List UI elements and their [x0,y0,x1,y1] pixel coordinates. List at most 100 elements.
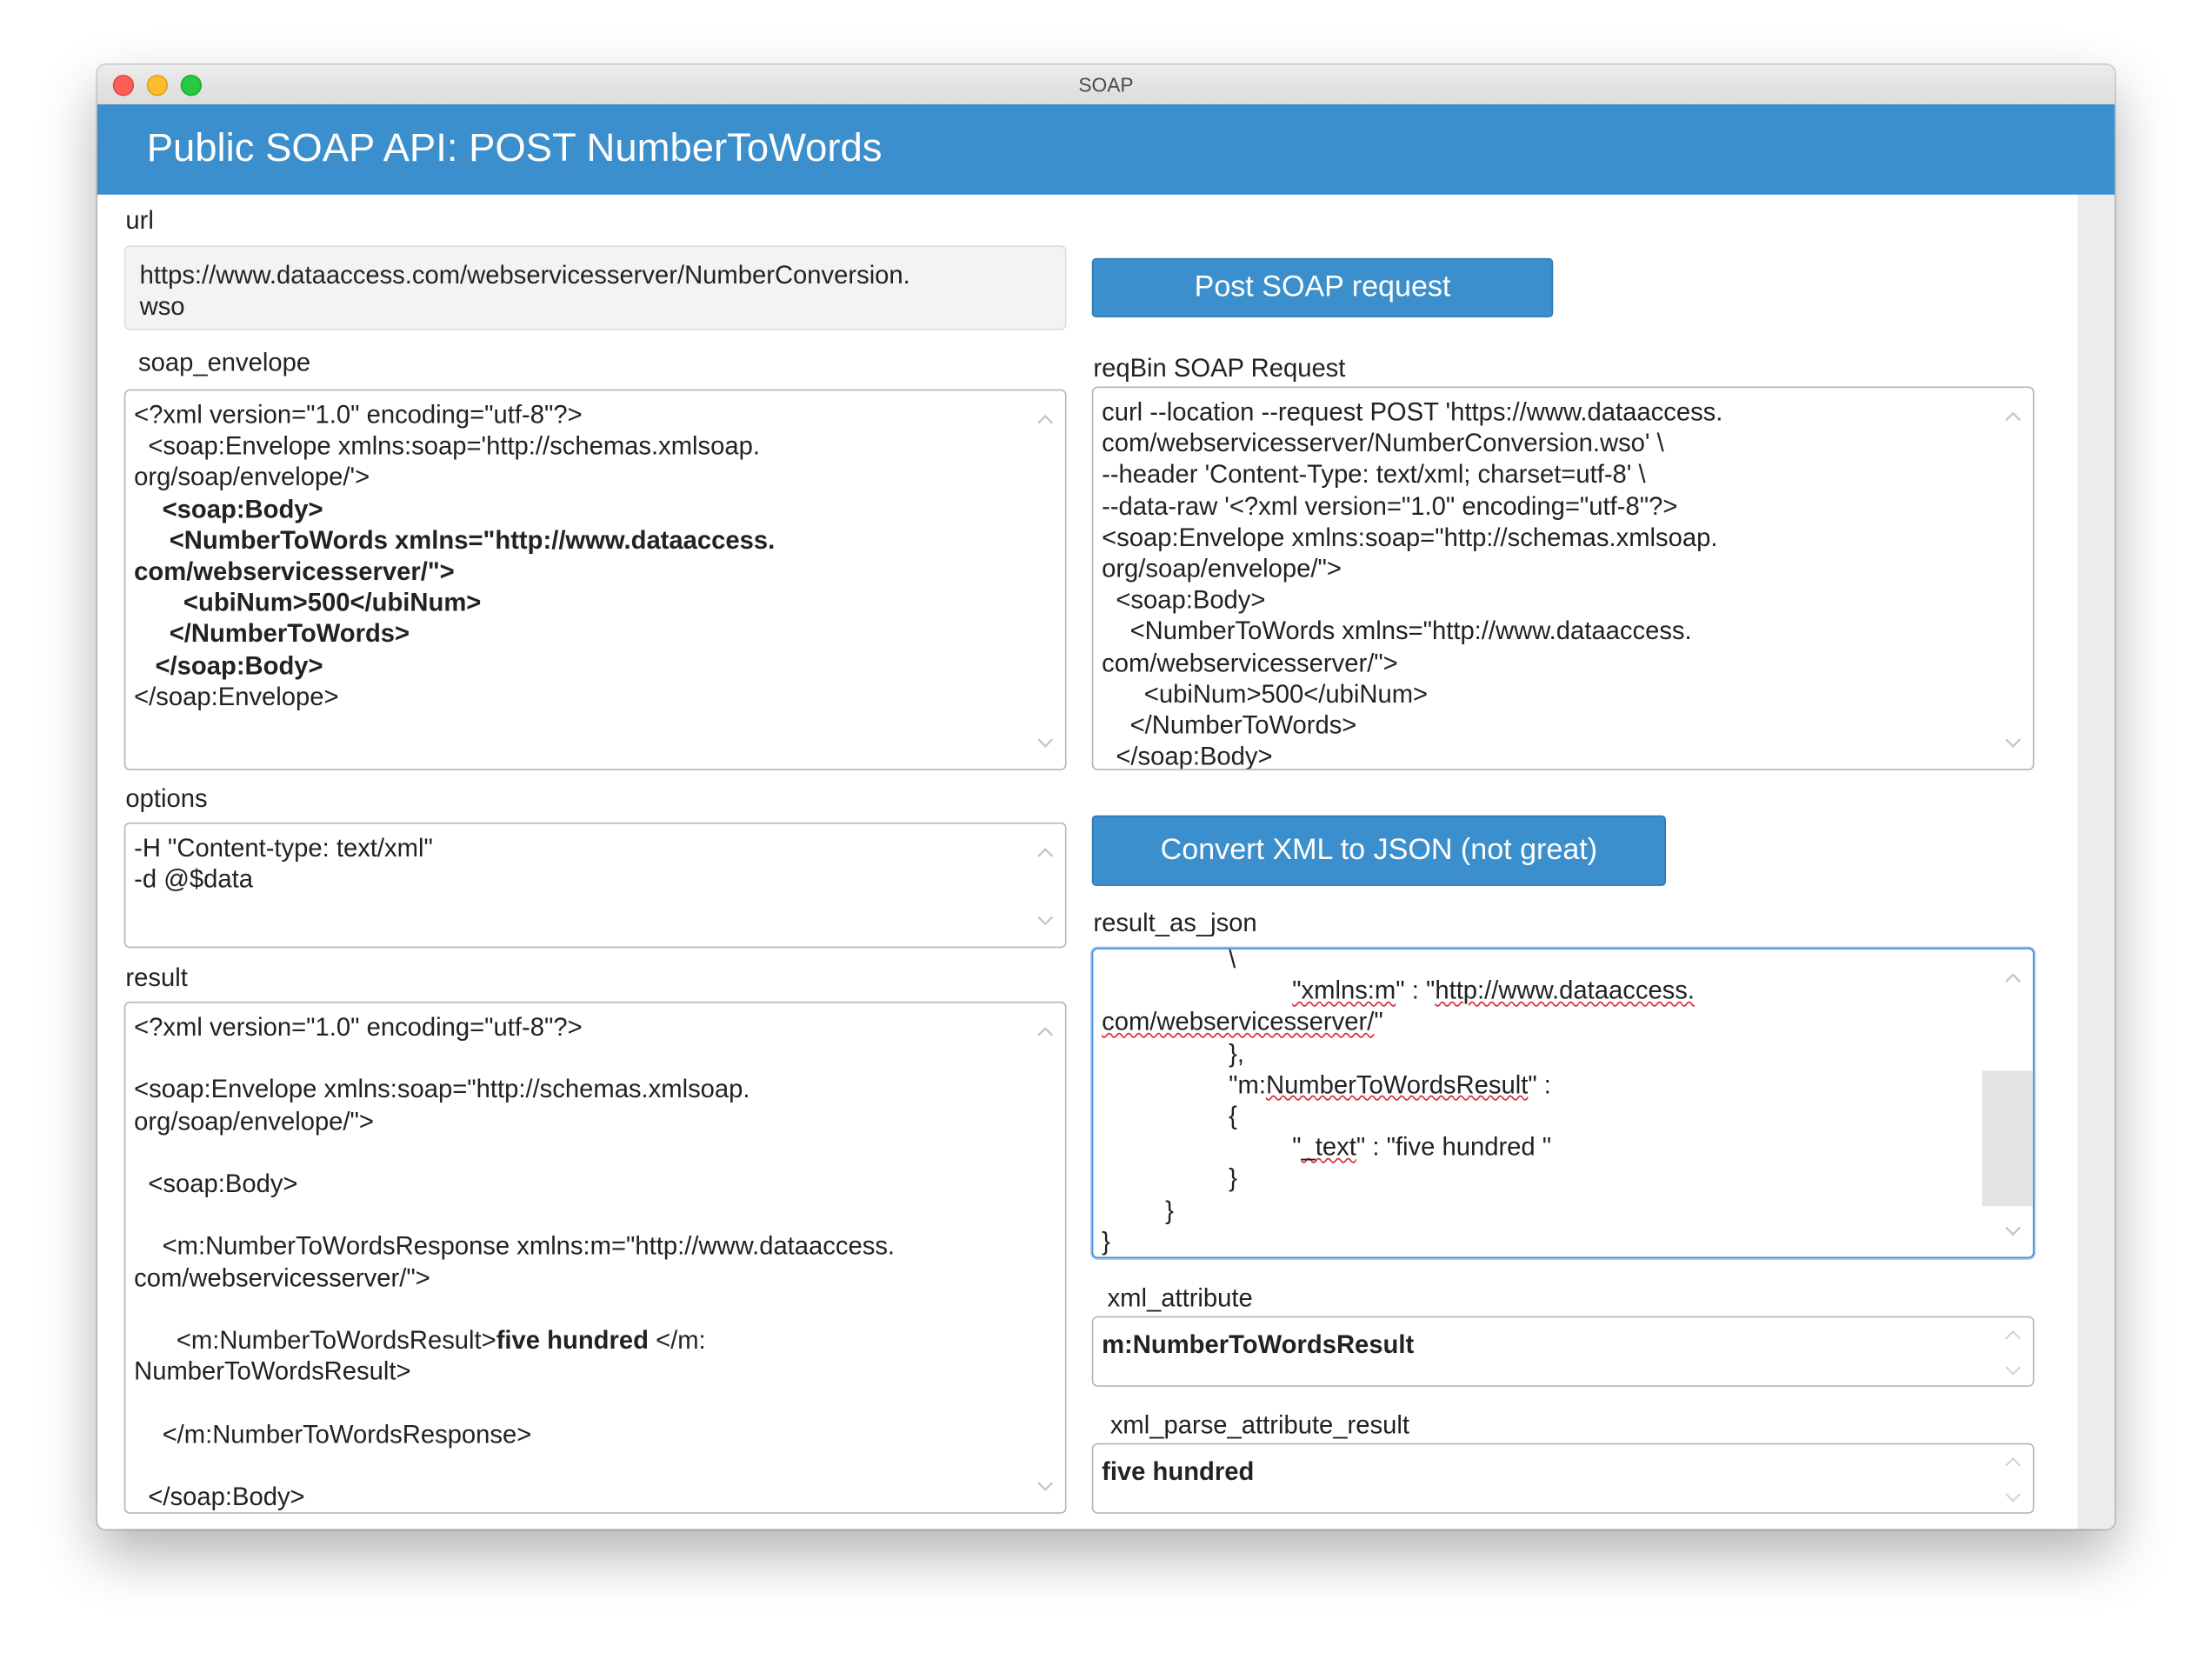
soap-envelope-line: <soap:Envelope xmlns:soap='http://schema… [134,431,760,461]
result-as-json-line: "xmlns:m" : "http://www.dataaccess. [1292,976,1696,1005]
soap-envelope-label: soap_envelope [137,348,311,377]
reqbin-line: <soap:Body> [1102,585,1266,615]
scroll-down-icon[interactable] [2004,1492,2021,1503]
convert-xml-to-json-button[interactable]: Convert XML to JSON (not great) [1091,815,1667,886]
options-content: -H "Content-type: text/xml" -d @$data [134,832,1023,895]
url-label: url [125,205,154,235]
result-as-json-line: } [1165,1196,1174,1224]
xml-parse-attribute-result-field[interactable]: five hundred [1091,1442,2035,1514]
post-soap-request-label: Post SOAP request [1194,270,1451,303]
result-as-json-textarea[interactable]: \ "xmlns:m" : "http://www.dataaccess. com… [1091,948,2035,1259]
scroll-up-icon[interactable] [1036,1025,1054,1036]
xml-attribute-value: m:NumberToWordsResult [1102,1329,1415,1359]
result-as-json-line: \ [1229,948,1236,974]
reqbin-line: com/webservicesserver/"> [1102,648,1398,677]
result-as-json-content: \ "xmlns:m" : "http://www.dataaccess. com… [1102,948,1990,1257]
result-as-json-line: "m:NumberToWordsResult" : [1229,1070,1551,1099]
result-as-json-line: } [1102,1227,1110,1256]
reqbin-line: com/webservicesserver/NumberConversion.w… [1102,429,1664,457]
reqbin-line: <ubiNum>500</ubiNum> [1102,679,1429,709]
reqbin-content: curl --location --request POST 'https://… [1102,396,1990,770]
result-line: <m:NumberToWordsResponse xmlns:m="http:/… [134,1231,896,1261]
soap-envelope-textarea[interactable]: <?xml version="1.0" encoding="utf-8"?> <… [123,389,1067,770]
options-line: -d @$data [134,864,253,894]
options-line: -H "Content-type: text/xml" [134,833,433,863]
result-content: <?xml version="1.0" encoding="utf-8"?> <s… [134,1011,1023,1512]
url-field[interactable]: https://www.dataaccess.com/webservicesse… [123,245,1067,330]
result-line [134,1387,1023,1418]
result-line: <soap:Envelope xmlns:soap="http://schema… [134,1075,750,1104]
reqbin-line: <NumberToWords xmlns="http://www.dataacc… [1102,616,1692,646]
scroll-down-icon[interactable] [1036,916,1054,927]
result-as-json-line: } [1229,1164,1237,1193]
scroll-down-icon[interactable] [2004,1226,2022,1237]
result-line [134,1043,1023,1074]
url-value-line-1: https://www.dataaccess.com/webservicesse… [139,261,910,290]
window-scrollbar[interactable] [2077,194,2115,1529]
result-label: result [125,963,188,992]
result-line: NumberToWordsResult> [134,1357,411,1386]
result-line: <soap:Body> [134,1169,298,1198]
scroll-up-icon[interactable] [2004,972,2022,983]
soap-envelope-line: </NumberToWords> [134,619,410,649]
scroll-up-icon[interactable] [1036,846,1054,857]
result-line [134,1293,1023,1324]
scroll-down-icon[interactable] [1036,738,1054,750]
result-line: <?xml version="1.0" encoding="utf-8"?> [134,1012,583,1042]
result-line [134,1449,1023,1481]
scroll-down-icon[interactable] [1036,1482,1054,1493]
soap-envelope-line: <soap:Body> [134,494,323,523]
xml-parse-attribute-result-label: xml_parse_attribute_result [1109,1410,1409,1439]
scroll-up-icon[interactable] [1036,413,1054,424]
scroll-up-icon[interactable] [2004,1329,2021,1340]
reqbin-line: org/soap/envelope/"> [1102,554,1342,583]
result-as-json-line: com/webservicesserver/" [1102,1008,1383,1036]
post-soap-request-button[interactable]: Post SOAP request [1091,257,1554,318]
scroll-up-icon[interactable] [2004,410,2022,422]
xml-parse-attribute-result-value: five hundred [1102,1456,1255,1486]
result-as-json-line: { [1229,1102,1237,1130]
result-as-json-line: }, [1229,1039,1245,1068]
reqbin-line: --header 'Content-Type: text/xml; charse… [1102,460,1646,490]
reqbin-line: curl --location --request POST 'https://… [1102,397,1723,426]
app-header: Public SOAP API: POST NumberToWords [97,104,2115,195]
reqbin-label: reqBin SOAP Request [1093,354,1346,383]
options-label: options [125,784,208,813]
xml-attribute-field[interactable]: m:NumberToWordsResult [1091,1316,2035,1387]
title-bar: SOAP [97,64,2115,106]
soap-envelope-line: </soap:Envelope> [134,682,339,711]
reqbin-line: </soap:Body> [1102,742,1273,770]
result-as-json-line: "_text" : "five hundred " [1292,1133,1552,1162]
soap-envelope-content: <?xml version="1.0" encoding="utf-8"?> <… [134,399,1023,712]
scroll-down-icon[interactable] [2004,738,2022,750]
result-line: </m:NumberToWordsResponse> [134,1420,532,1449]
result-line [134,1136,1023,1168]
result-line: <m:NumberToWordsResult>five hundred </m: [134,1326,706,1355]
url-value-line-2: wso [139,292,185,321]
soap-envelope-line: org/soap/envelope/'> [134,463,370,492]
result-textarea[interactable]: <?xml version="1.0" encoding="utf-8"?> <s… [123,1001,1067,1514]
options-textarea[interactable]: -H "Content-type: text/xml" -d @$data [123,822,1067,949]
soap-envelope-line: </soap:Body> [134,650,323,680]
reqbin-line: </NumberToWords> [1102,710,1357,740]
soap-envelope-line: <NumberToWords xmlns="http://www.dataacc… [134,525,776,555]
result-line: </soap:Body> [134,1482,305,1511]
xml-attribute-label: xml_attribute [1107,1283,1253,1312]
result-line: com/webservicesserver/"> [134,1263,430,1292]
convert-xml-to-json-label: Convert XML to JSON (not great) [1160,833,1598,867]
app-window: SOAP Public SOAP API: POST NumberToWords… [97,64,2115,1529]
reqbin-line: --data-raw '<?xml version="1.0" encoding… [1102,491,1678,521]
scroll-down-icon[interactable] [2004,1365,2021,1376]
soap-envelope-line: com/webservicesserver/"> [134,556,455,586]
result-line: org/soap/envelope/"> [134,1106,374,1136]
reqbin-textarea[interactable]: curl --location --request POST 'https://… [1091,386,2035,770]
soap-envelope-line: <?xml version="1.0" encoding="utf-8"?> [134,400,583,430]
soap-envelope-line: <ubiNum>500</ubiNum> [134,588,482,617]
scroll-up-icon[interactable] [2004,1456,2021,1467]
result-as-json-label: result_as_json [1093,908,1257,937]
page-title: Public SOAP API: POST NumberToWords [146,125,883,170]
reqbin-line: <soap:Envelope xmlns:soap="http://schema… [1102,523,1718,552]
scrollbar-thumb[interactable] [1982,1070,2033,1207]
window-title: SOAP [1078,73,1134,97]
result-line [134,1199,1023,1230]
